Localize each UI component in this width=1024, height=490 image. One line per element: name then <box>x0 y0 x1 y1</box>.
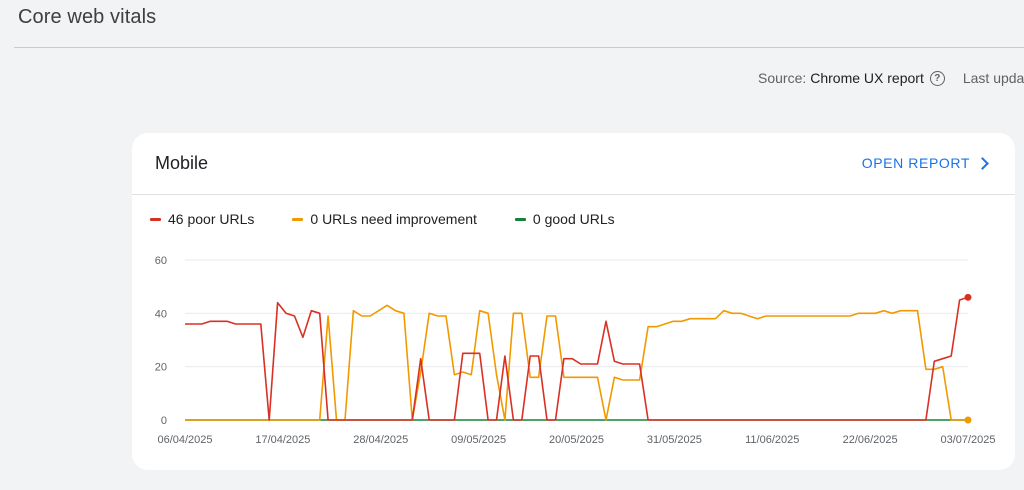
help-icon[interactable]: ? <box>929 70 945 86</box>
source-value: Chrome UX report <box>810 70 924 86</box>
source-label: Source: <box>758 70 807 86</box>
endpoint-needs-improvement <box>964 416 972 424</box>
header-divider <box>14 47 1024 48</box>
x-tick-label-5: 31/05/2025 <box>647 434 702 446</box>
x-tick-label-8: 03/07/2025 <box>940 434 995 446</box>
source-line: Source: Chrome UX report ? Last upda <box>758 70 1024 86</box>
line-chart: 0 20 40 60 06/04/2025 17/04/2025 28/04/2025 09/… <box>155 255 996 446</box>
page-title: Core web vitals <box>18 6 157 28</box>
endpoint-poor <box>964 293 972 301</box>
last-updated-text: Last upda <box>962 70 1024 86</box>
series-line-needs-improvement <box>185 304 968 421</box>
x-tick-label-3: 09/05/2025 <box>451 434 506 446</box>
y-tick-label-20: 20 <box>155 362 167 374</box>
x-tick-label-6: 11/06/2025 <box>745 434 799 446</box>
y-tick-label-40: 40 <box>155 308 167 320</box>
x-tick-label-1: 17/04/2025 <box>255 434 310 446</box>
y-tick-label-0: 0 <box>161 415 167 427</box>
x-tick-label-2: 28/04/2025 <box>353 434 408 446</box>
x-tick-label-0: 06/04/2025 <box>157 434 212 446</box>
mobile-card: Mobile OPEN REPORT 46 poor URLs 0 URLs n… <box>132 133 1015 470</box>
x-tick-label-7: 22/06/2025 <box>843 434 898 446</box>
x-tick-label-4: 20/05/2025 <box>549 434 604 446</box>
y-tick-label-60: 60 <box>155 255 167 267</box>
